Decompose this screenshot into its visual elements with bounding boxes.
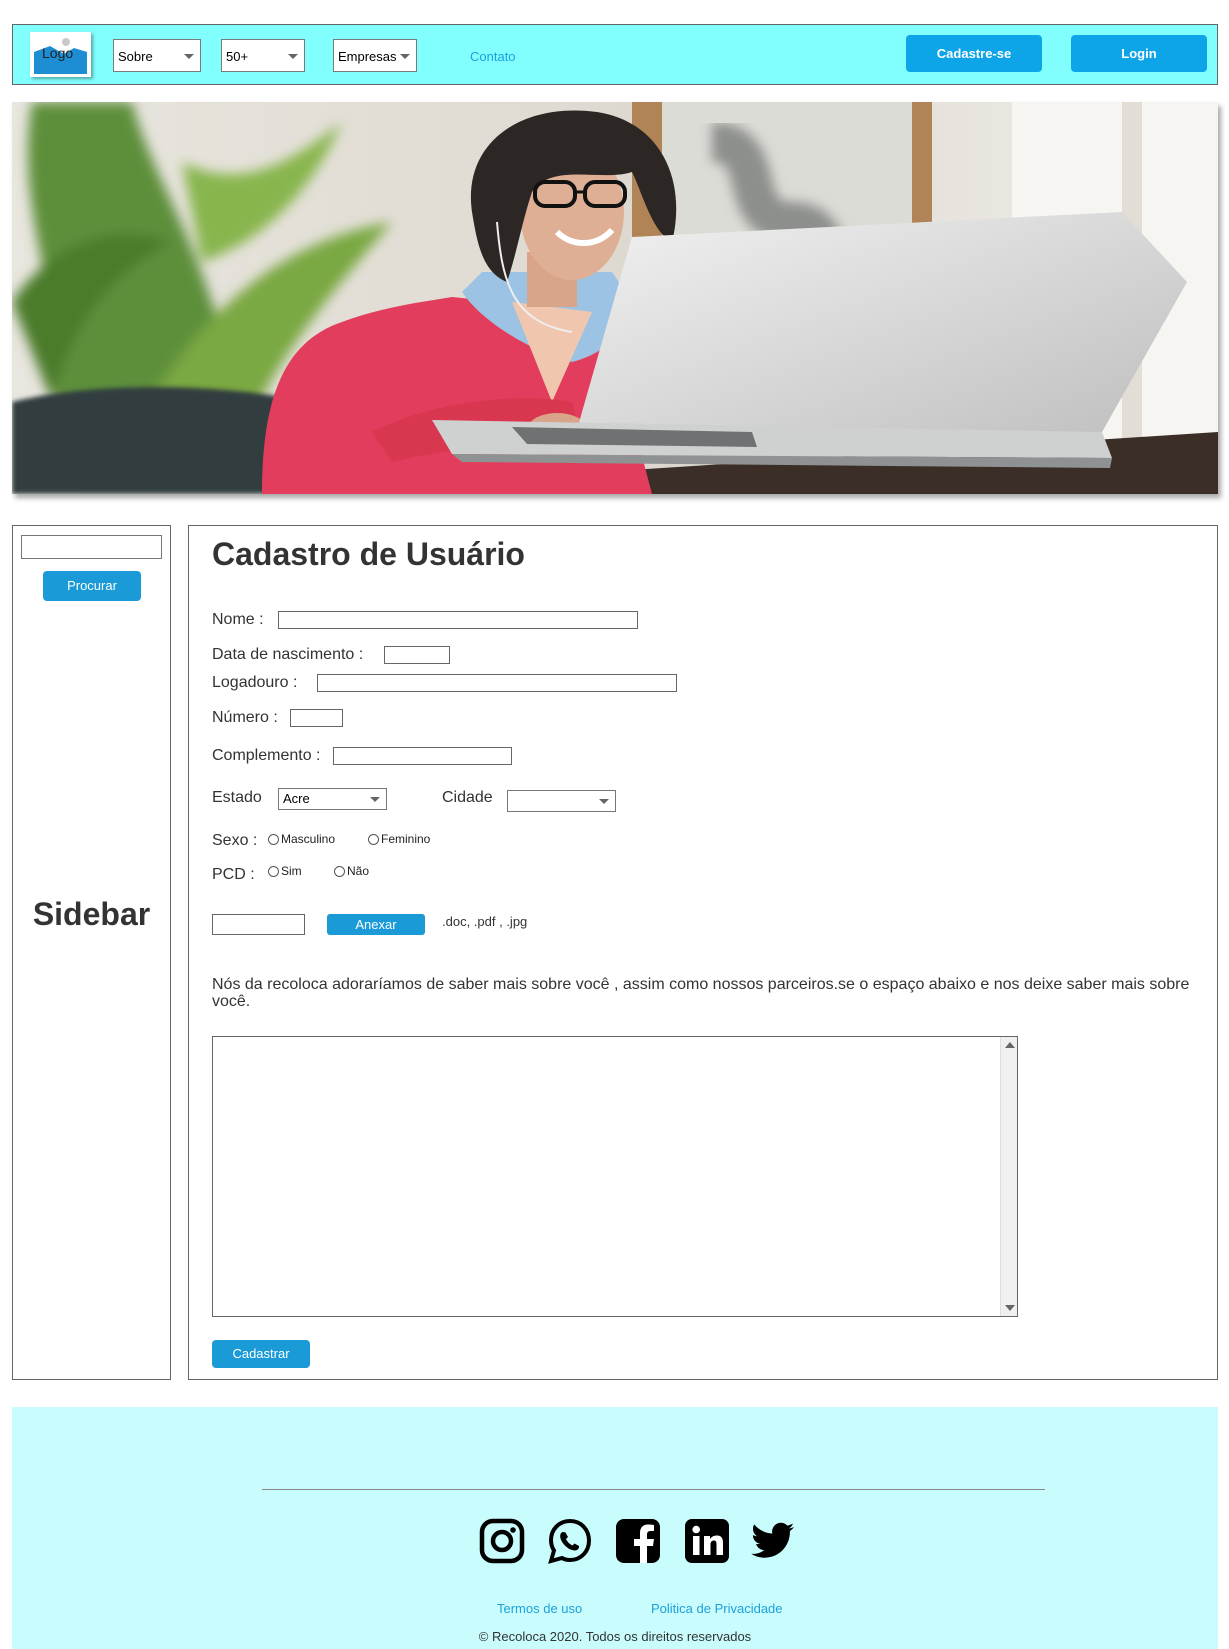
- menu-select-empresas[interactable]: Empresas: [333, 39, 417, 72]
- radio-circle-icon: [268, 865, 279, 877]
- privacy-link[interactable]: Politica de Privacidade: [651, 1601, 783, 1616]
- attach-button[interactable]: Anexar: [327, 914, 425, 935]
- complement-label: Complemento :: [212, 747, 321, 764]
- chevron-down-icon: [400, 53, 410, 59]
- whatsapp-icon[interactable]: [545, 1517, 595, 1565]
- birthdate-input[interactable]: [384, 646, 450, 664]
- register-button[interactable]: Cadastrar: [212, 1340, 310, 1368]
- radio-label: Masculino: [281, 832, 336, 846]
- chevron-down-icon: [288, 53, 298, 59]
- state-select-value: Acre: [283, 791, 310, 806]
- sex-radio-masculino[interactable]: Masculino: [268, 832, 335, 846]
- file-input[interactable]: [212, 914, 305, 935]
- complement-input[interactable]: [333, 747, 512, 765]
- pcd-radio-sim[interactable]: Sim: [268, 864, 302, 878]
- number-input[interactable]: [290, 709, 343, 727]
- about-textarea[interactable]: [212, 1036, 1018, 1317]
- facebook-icon[interactable]: [613, 1517, 663, 1565]
- city-select[interactable]: [507, 790, 616, 812]
- radio-label: Sim: [281, 864, 302, 878]
- registration-form: Cadastro de Usuário Nome : Data de nasci…: [188, 525, 1218, 1380]
- pcd-radio-nao[interactable]: Não: [334, 864, 369, 878]
- chevron-down-icon: [370, 797, 380, 802]
- state-label: Estado: [212, 789, 262, 806]
- pcd-label: PCD :: [212, 866, 255, 883]
- sex-radio-feminino[interactable]: Feminino: [368, 832, 430, 846]
- radio-circle-icon: [368, 833, 379, 845]
- menu-select-sobre[interactable]: Sobre: [113, 39, 201, 72]
- logo-label: Logo: [42, 45, 74, 61]
- sidebar-search-input[interactable]: [21, 535, 162, 559]
- top-navbar: Logo Sobre 50+ Empresas Contato Cadastre…: [12, 24, 1218, 85]
- signup-button[interactable]: Cadastre-se: [906, 35, 1042, 72]
- terms-link[interactable]: Termos de uso: [497, 1601, 582, 1616]
- chevron-down-icon: [599, 799, 609, 804]
- copyright-text: © Recoloca 2020. Todos os direitos reser…: [478, 1629, 752, 1644]
- city-label: Cidade: [442, 789, 493, 806]
- login-button[interactable]: Login: [1071, 35, 1207, 72]
- intro-text: Nós da recoloca adoraríamos de saber mai…: [212, 976, 1190, 1010]
- street-label: Logadouro :: [212, 674, 298, 691]
- radio-label: Não: [347, 864, 370, 878]
- radio-label: Feminino: [381, 832, 431, 846]
- footer: Termos de uso Politica de Privacidade © …: [12, 1407, 1218, 1649]
- twitter-icon[interactable]: [748, 1517, 798, 1565]
- birthdate-label: Data de nascimento :: [212, 646, 364, 663]
- scroll-up-arrow-icon[interactable]: [1005, 1042, 1015, 1048]
- scrollbar[interactable]: [1000, 1037, 1017, 1316]
- radio-circle-icon: [334, 865, 345, 877]
- linkedin-icon[interactable]: [682, 1517, 732, 1565]
- state-select[interactable]: Acre: [278, 788, 387, 810]
- search-button[interactable]: Procurar: [43, 571, 141, 601]
- chevron-down-icon: [184, 53, 194, 59]
- name-label: Nome :: [212, 611, 264, 628]
- sex-label: Sexo :: [212, 832, 258, 849]
- footer-divider: [262, 1489, 1045, 1490]
- number-label: Número :: [212, 709, 278, 726]
- radio-circle-icon: [268, 833, 279, 845]
- select-value: Empresas: [338, 49, 397, 64]
- file-types-hint: .doc, .pdf , .jpg: [442, 914, 528, 929]
- menu-select-50plus[interactable]: 50+: [221, 39, 305, 72]
- select-value: 50+: [226, 49, 249, 64]
- logo[interactable]: Logo: [30, 32, 91, 77]
- select-value: Sobre: [118, 49, 153, 64]
- street-input[interactable]: [317, 674, 677, 692]
- sidebar: Procurar Sidebar: [12, 525, 171, 1380]
- instagram-icon[interactable]: [477, 1517, 527, 1565]
- contact-link[interactable]: Contato: [470, 49, 516, 64]
- sidebar-label: Sidebar: [32, 896, 151, 932]
- name-input[interactable]: [278, 611, 638, 629]
- scroll-down-arrow-icon[interactable]: [1005, 1305, 1015, 1311]
- page-title: Cadastro de Usuário: [212, 536, 525, 572]
- hero-image: [12, 102, 1218, 494]
